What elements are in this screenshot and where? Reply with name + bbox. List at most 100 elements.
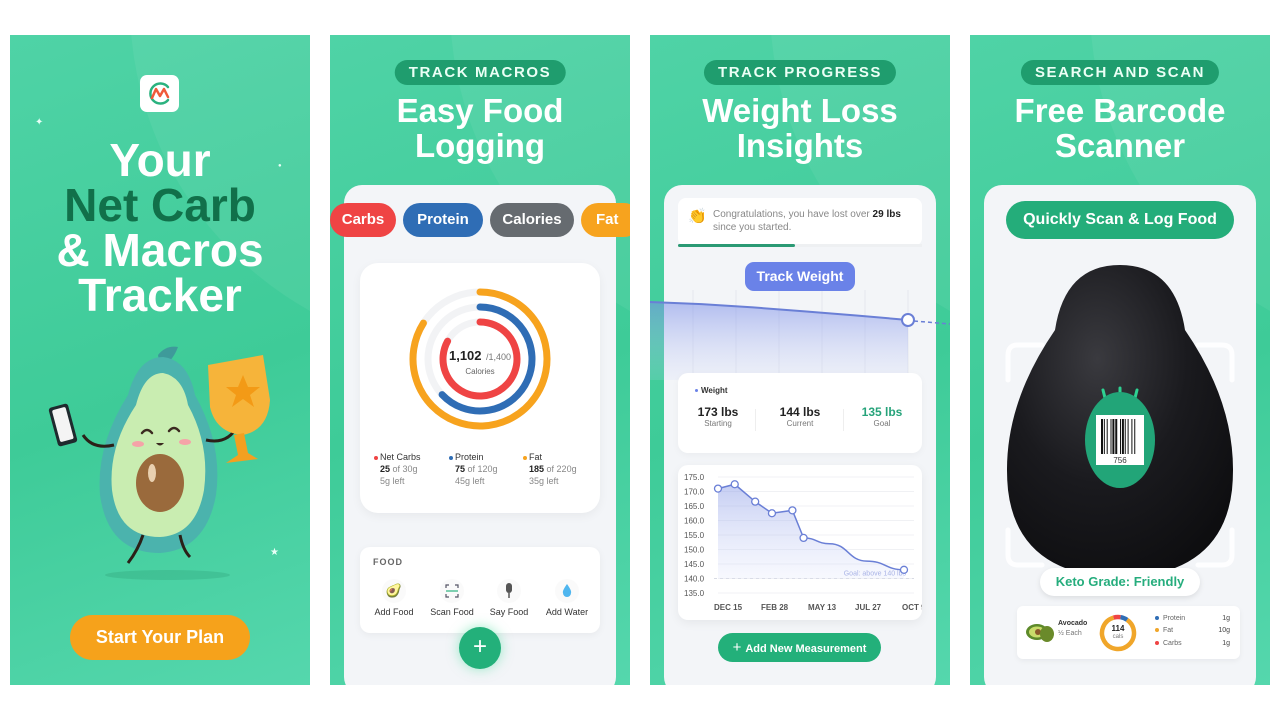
panel-headline: Free Barcode Scanner: [970, 93, 1270, 163]
calories-unit: cals: [1112, 634, 1124, 640]
y-tick-label: 160.0: [684, 517, 705, 526]
weight-card-title: Weight: [695, 386, 728, 395]
congrats-banner: 👏 Congratulations, you have lost over 29…: [678, 198, 922, 246]
legend-left: 5g left: [380, 476, 405, 486]
weight-history-card: 175.0 170.0 165.0 160.0 155.0 150.0 145.0 140.0…: [678, 465, 926, 620]
nutrient-name: Carbs: [1163, 640, 1182, 647]
tab-calories[interactable]: Calories: [490, 203, 574, 237]
y-tick-label: 165.0: [684, 502, 705, 511]
y-tick-label: 170.0: [684, 488, 705, 497]
hero-title: Your Net Carb & Macros Tracker: [10, 134, 310, 321]
start-your-plan-button[interactable]: Start Your Plan: [70, 615, 250, 660]
legend-left: 45g left: [455, 476, 485, 486]
y-tick-label: 150.0: [684, 546, 705, 555]
data-point: [767, 509, 777, 518]
title-line: Tracker: [78, 269, 242, 321]
add-food-button[interactable]: 🥑 Add Food: [363, 579, 425, 617]
current-weight-marker: [901, 313, 915, 327]
section-tag: TRACK MACROS: [394, 60, 566, 85]
stat-value: 173 lbs: [697, 405, 739, 419]
nutrient-row-carbs: Carbs 1g: [1155, 640, 1230, 647]
headline-line: Scanner: [1054, 127, 1186, 164]
stat-starting: 173 lbs Starting: [678, 405, 758, 428]
scan-icon: [440, 579, 464, 603]
barcode-bar: [1131, 419, 1133, 454]
nutrient-row-protein: Protein 1g: [1155, 615, 1230, 622]
title-line-highlight: Net Carb: [64, 179, 256, 231]
calorie-ring-carbs: [1112, 614, 1121, 620]
tab-fat[interactable]: Fat: [581, 203, 630, 237]
add-water-button[interactable]: Add Water: [536, 579, 598, 617]
legend-fat: Fat 185 of 220g 35g left: [523, 451, 603, 487]
promo-panel-scanner: SEARCH AND SCAN Free Barcode Scanner Qui…: [970, 35, 1270, 685]
action-label: Add Food: [374, 607, 414, 617]
weight-history-chart: 175.0 170.0 165.0 160.0 155.0 150.0 145.0 140.0…: [684, 473, 926, 612]
tab-protein[interactable]: Protein: [403, 203, 483, 237]
nutrient-name: Fat: [1163, 627, 1174, 634]
headline-line: Free Barcode: [1014, 92, 1226, 129]
net-carbs-dot: [374, 455, 378, 460]
data-point: [751, 497, 760, 506]
add-new-measurement-button[interactable]: + Add New Measurement: [718, 633, 881, 662]
scan-food-button[interactable]: Scan Food: [421, 579, 483, 617]
legend-eaten: 75: [455, 464, 466, 474]
promo-panel-progress: TRACK PROGRESS Weight Loss Insights 👏 Co…: [650, 35, 950, 685]
add-button[interactable]: +: [459, 627, 501, 669]
nutrition-card: Avocado ½ Each 114 cals Protein 1g Fat 10g…: [1017, 606, 1240, 659]
calorie-ring-chart: [1099, 614, 1137, 652]
say-food-button[interactable]: Say Food: [478, 579, 540, 617]
keto-grade-badge: Keto Grade: Friendly: [1040, 568, 1200, 596]
calorie-summary: 1,102 /1,400 Calories: [360, 347, 600, 376]
nutrient-amount: 1g: [1222, 640, 1230, 647]
stat-label: Current: [786, 419, 814, 428]
fat-dot: [1155, 628, 1159, 633]
quickly-scan-log-food-button[interactable]: Quickly Scan & Log Food: [1006, 201, 1234, 239]
protein-dot: [1155, 616, 1159, 621]
projected-trend-line: [913, 320, 950, 325]
history-area: [718, 484, 904, 579]
barcode-bar: [1124, 419, 1126, 454]
track-weight-button[interactable]: Track Weight: [745, 262, 855, 291]
calories-goal: /1,400: [485, 352, 512, 362]
y-tick-label: 140.0: [684, 575, 705, 584]
sparkle-icon: ✦: [35, 117, 44, 128]
y-tick-label: 155.0: [684, 531, 705, 540]
clapping-hands-icon: 👏: [688, 208, 707, 225]
barcode-bar: [1103, 419, 1105, 454]
stat-value: 135 lbs: [861, 405, 903, 419]
legend-net-carbs: Net Carbs 25 of 30g 5g left: [374, 451, 454, 487]
headline-line: Easy Food: [396, 92, 564, 129]
tab-carbs[interactable]: Carbs: [330, 203, 396, 237]
nutrient-amount: 10g: [1218, 627, 1230, 634]
data-point: [899, 565, 909, 574]
stat-label: Starting: [704, 419, 732, 428]
calories-label: Calories: [465, 367, 495, 376]
title-line: Your: [109, 134, 211, 186]
x-tick-label: FEB 28: [761, 603, 789, 612]
y-tick-label: 175.0: [684, 473, 705, 482]
x-tick-label: DEC 15: [714, 603, 743, 612]
title-line: & Macros: [56, 224, 264, 276]
action-label: Add Water: [545, 607, 589, 617]
weight-lost: 29 lbs: [872, 209, 901, 220]
weight-dot: [695, 389, 698, 393]
barcode-bar: [1110, 419, 1112, 454]
barcode-number: 756: [1113, 456, 1127, 465]
y-tick-label: 135.0: [684, 589, 705, 598]
food-name: Avocado: [1058, 620, 1088, 627]
calorie-ring-protein: [1120, 614, 1129, 622]
congrats-message-end: since you started.: [713, 222, 792, 233]
section-tag: SEARCH AND SCAN: [1020, 60, 1220, 85]
divider: [755, 409, 756, 431]
progress-fill: [678, 244, 796, 247]
headline-line: Insights: [736, 127, 864, 164]
section-tag: TRACK PROGRESS: [703, 60, 897, 85]
stat-label: Goal: [873, 419, 891, 428]
avocado-icon: 🥑: [382, 579, 406, 603]
carbs-dot: [1155, 641, 1159, 646]
barcode-bar: [1127, 419, 1129, 454]
stat-current: 144 lbs Current: [760, 405, 840, 428]
food-serving: ½ Each: [1058, 630, 1082, 637]
avocado-scan-view: 756: [1005, 265, 1235, 578]
calories-consumed: 1,102: [448, 348, 482, 363]
